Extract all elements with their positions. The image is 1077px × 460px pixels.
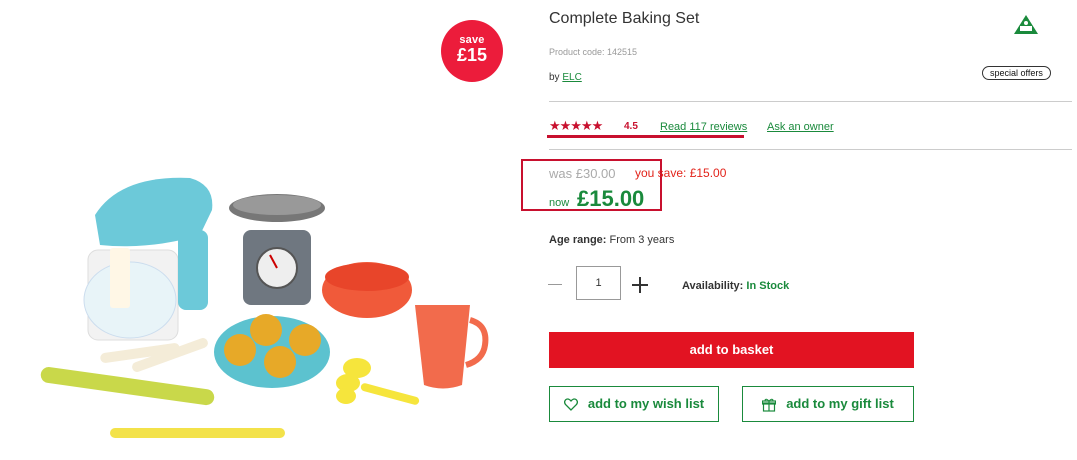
add-to-wish-list-button[interactable]: add to my wish list xyxy=(549,386,719,422)
save-badge: save £15 xyxy=(441,20,503,82)
age-range: Age range: From 3 years xyxy=(549,234,674,246)
read-reviews-link[interactable]: Read 117 reviews xyxy=(660,121,747,133)
rating-value: 4.5 xyxy=(624,121,638,132)
availability-label: Availability: xyxy=(682,280,744,292)
gift-icon xyxy=(762,398,777,412)
availability-value: In Stock xyxy=(746,280,790,292)
product-image-panel[interactable]: save £15 xyxy=(0,0,530,460)
you-save: you save: £15.00 xyxy=(635,166,727,180)
quantity-input[interactable] xyxy=(576,266,621,300)
gift-list-label: add to my gift list xyxy=(786,396,894,411)
save-badge-amount: £15 xyxy=(456,45,488,65)
special-offers-badge[interactable]: special offers xyxy=(982,66,1051,80)
age-range-value: From 3 years xyxy=(609,234,675,246)
ask-owner-link[interactable]: Ask an owner xyxy=(767,121,834,133)
by-label: by xyxy=(549,72,560,83)
brand-logo-icon[interactable] xyxy=(1013,14,1039,36)
wish-list-label: add to my wish list xyxy=(587,396,705,411)
rating-stars-icon: ★★★★★ xyxy=(549,118,603,133)
divider xyxy=(549,101,1072,102)
product-title: Complete Baking Set xyxy=(549,10,700,27)
availability: Availability: In Stock xyxy=(682,280,789,292)
now-price: £15.00 xyxy=(577,186,645,211)
highlight-underline xyxy=(547,135,744,138)
minus-icon[interactable] xyxy=(548,277,562,291)
add-to-gift-list-button[interactable]: add to my gift list xyxy=(742,386,914,422)
heart-icon xyxy=(563,398,578,411)
product-info: Complete Baking Set Product code: 142515… xyxy=(521,0,1073,460)
add-to-basket-button[interactable]: add to basket xyxy=(549,332,914,368)
brand-line: by ELC xyxy=(549,72,582,83)
product-code: Product code: 142515 xyxy=(549,47,638,57)
plus-icon[interactable] xyxy=(632,277,648,293)
was-price: was £30.00 xyxy=(549,166,616,181)
age-range-label: Age range: xyxy=(549,234,607,246)
brand-link[interactable]: ELC xyxy=(562,72,581,83)
now-label: now xyxy=(549,197,570,209)
divider xyxy=(549,149,1072,150)
